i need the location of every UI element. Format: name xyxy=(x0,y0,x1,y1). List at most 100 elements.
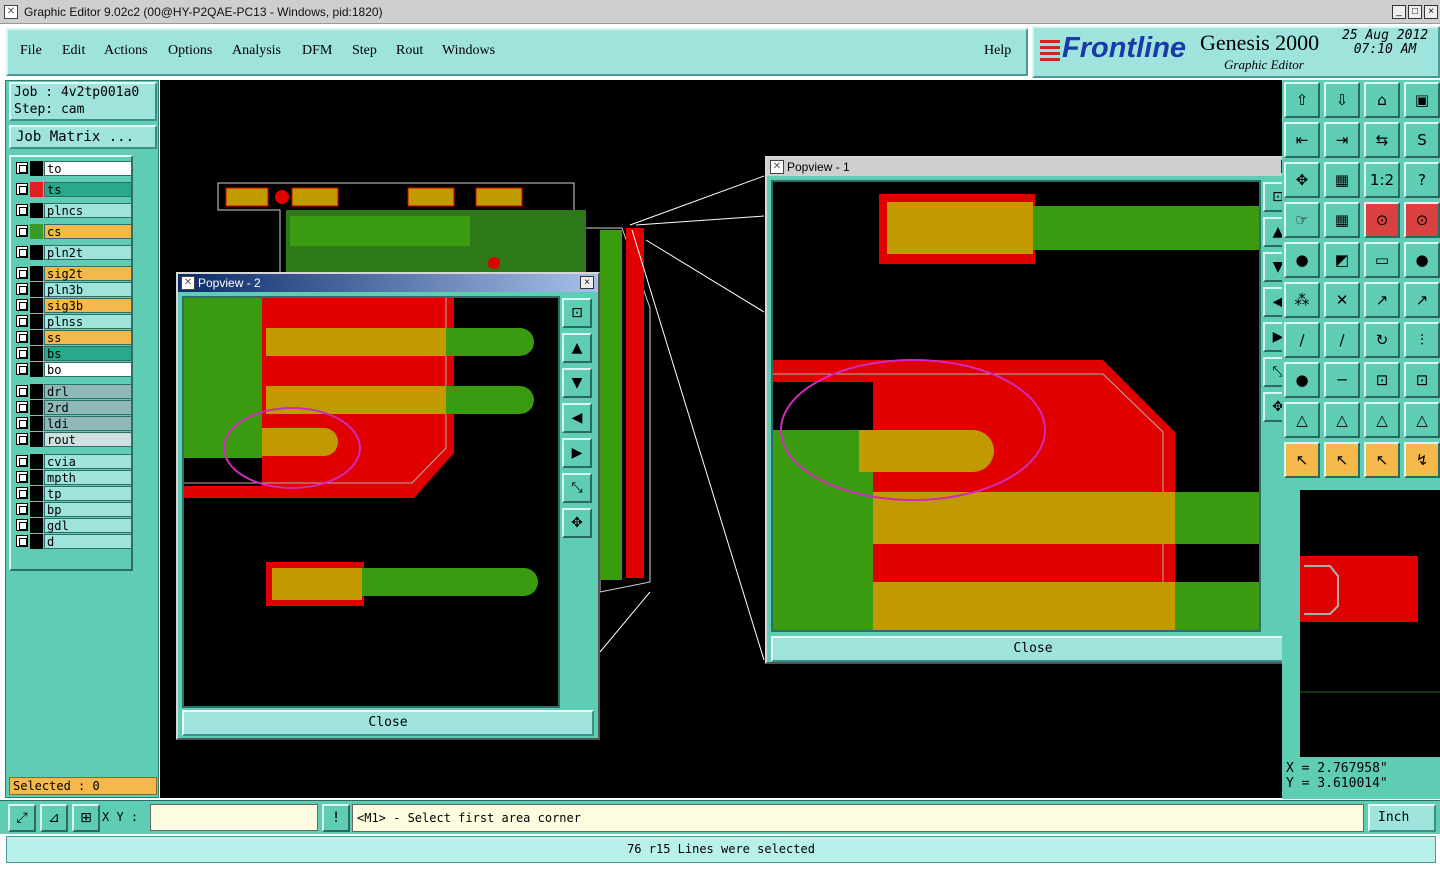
snap-red-icon[interactable]: ⊙ xyxy=(1404,202,1440,238)
tool-34-icon[interactable]: △ xyxy=(1364,402,1400,438)
fit-icon[interactable]: ▦ xyxy=(1324,162,1360,198)
tool-17-icon[interactable]: ◩ xyxy=(1324,242,1360,278)
layer-row-plnss[interactable]: plnss xyxy=(14,314,132,329)
tool-21-icon[interactable]: ✕ xyxy=(1324,282,1360,318)
layer-row-ts[interactable]: ts xyxy=(14,182,132,197)
layer-checkbox[interactable] xyxy=(16,225,28,237)
tool-35-icon[interactable]: △ xyxy=(1404,402,1440,438)
pan-up-icon[interactable]: ▲ xyxy=(562,333,592,363)
pan-right-icon[interactable]: ▶ xyxy=(562,438,592,468)
layer-checkbox[interactable] xyxy=(16,503,28,515)
ratio-icon[interactable]: 1:2 xyxy=(1364,162,1400,198)
menu-step[interactable]: Step xyxy=(352,43,377,59)
tool-22-icon[interactable]: ↗ xyxy=(1364,282,1400,318)
layer-name[interactable]: bo xyxy=(44,362,132,377)
layer-checkbox[interactable] xyxy=(16,519,28,531)
s-icon[interactable]: S xyxy=(1404,122,1440,158)
layer-name[interactable]: 2rd xyxy=(44,400,132,415)
layer-name[interactable]: ldi xyxy=(44,416,132,431)
layer-row-2rd[interactable]: 2rd xyxy=(14,400,132,415)
menu-edit[interactable]: Edit xyxy=(62,43,85,59)
layer-row-pln3b[interactable]: pln3b xyxy=(14,282,132,297)
popview-1-titlebar[interactable]: ✕ Popview - 1 × xyxy=(767,158,1299,176)
layer-name[interactable]: drl xyxy=(44,384,132,399)
tool-30-icon[interactable]: ⊡ xyxy=(1364,362,1400,398)
popview-2-view[interactable] xyxy=(182,296,560,708)
tool-33-icon[interactable]: △ xyxy=(1324,402,1360,438)
layer-row-pln2t[interactable]: pln2t xyxy=(14,245,132,260)
xy-input[interactable] xyxy=(150,804,318,831)
layer-down-icon[interactable]: ⇩ xyxy=(1324,82,1360,118)
maximize-button[interactable]: □ xyxy=(1408,5,1422,19)
layer-name[interactable]: ts xyxy=(44,182,132,197)
help-icon[interactable]: ? xyxy=(1404,162,1440,198)
measure-icon[interactable]: ⤢ xyxy=(8,804,36,832)
tool-38-icon[interactable]: ↖ xyxy=(1364,442,1400,478)
layer-row-sig3b[interactable]: sig3b xyxy=(14,298,132,313)
tool-18-icon[interactable]: ▭ xyxy=(1364,242,1400,278)
menu-analysis[interactable]: Analysis xyxy=(232,43,281,59)
zoom-home-icon[interactable]: ⊡ xyxy=(562,298,592,328)
layer-checkbox[interactable] xyxy=(16,535,28,547)
layer-row-rout[interactable]: rout xyxy=(14,432,132,447)
layer-row-to[interactable]: to xyxy=(14,161,132,176)
tool-24-icon[interactable]: / xyxy=(1284,322,1320,358)
prev-icon[interactable]: ⇤ xyxy=(1284,122,1320,158)
layer-name[interactable]: ss xyxy=(44,330,132,345)
layer-checkbox[interactable] xyxy=(16,246,28,258)
layer-checkbox[interactable] xyxy=(16,183,28,195)
layer-checkbox[interactable] xyxy=(16,267,28,279)
tool-32-icon[interactable]: △ xyxy=(1284,402,1320,438)
menu-options[interactable]: Options xyxy=(168,43,212,59)
layer-name[interactable]: mpth xyxy=(44,470,132,485)
popview-1-close-button[interactable]: Close xyxy=(771,636,1295,662)
job-matrix-button[interactable]: Job Matrix ... xyxy=(9,125,157,149)
tool-28-icon[interactable]: ● xyxy=(1284,362,1320,398)
popview-2-close-button[interactable]: Close xyxy=(182,710,594,736)
popview-2-close-x[interactable]: × xyxy=(580,276,594,289)
layer-name[interactable]: rout xyxy=(44,432,132,447)
tool-25-icon[interactable]: / xyxy=(1324,322,1360,358)
layer-checkbox[interactable] xyxy=(16,363,28,375)
layer-row-bo[interactable]: bo xyxy=(14,362,132,377)
layer-checkbox[interactable] xyxy=(16,299,28,311)
layer-row-bs[interactable]: bs xyxy=(14,346,132,361)
layer-name[interactable]: tp xyxy=(44,486,132,501)
popview-1-view[interactable] xyxy=(771,180,1261,632)
popview-2-window[interactable]: ✕ Popview - 2 × ⊡ ▲ ▼ ◀ ▶ ⤡ ✥ Close xyxy=(176,272,600,740)
menu-file[interactable]: File xyxy=(20,43,42,59)
layer-checkbox[interactable] xyxy=(16,455,28,467)
layer-name[interactable]: gdl xyxy=(44,518,132,533)
layer-row-cs[interactable]: cs xyxy=(14,224,132,239)
layer-name[interactable]: bp xyxy=(44,502,132,517)
layer-checkbox[interactable] xyxy=(16,401,28,413)
menu-dfm[interactable]: DFM xyxy=(302,43,332,59)
layer-row-cvia[interactable]: cvia xyxy=(14,454,132,469)
layer-checkbox[interactable] xyxy=(16,471,28,483)
layer-checkbox[interactable] xyxy=(16,385,28,397)
layer-row-bp[interactable]: bp xyxy=(14,502,132,517)
tool-36-icon[interactable]: ↖ xyxy=(1284,442,1320,478)
hand-icon[interactable]: ☞ xyxy=(1284,202,1320,238)
tool-27-icon[interactable]: ⫶ xyxy=(1404,322,1440,358)
layer-up-icon[interactable]: ⇧ xyxy=(1284,82,1320,118)
tool-37-icon[interactable]: ↖ xyxy=(1324,442,1360,478)
layer-name[interactable]: plnss xyxy=(44,314,132,329)
tool-23-icon[interactable]: ↗ xyxy=(1404,282,1440,318)
pan-down-icon[interactable]: ▼ xyxy=(562,368,592,398)
alert-button[interactable]: ! xyxy=(322,804,350,832)
layer-checkbox[interactable] xyxy=(16,433,28,445)
layer-row-tp[interactable]: tp xyxy=(14,486,132,501)
zoom-in-icon[interactable]: ✥ xyxy=(562,508,592,538)
snap-icon[interactable]: ⊙ xyxy=(1364,202,1400,238)
layer-name[interactable]: sig3b xyxy=(44,298,132,313)
layer-checkbox[interactable] xyxy=(16,283,28,295)
tool-20-icon[interactable]: ⁂ xyxy=(1284,282,1320,318)
layer-name[interactable]: pln3b xyxy=(44,282,132,297)
menu-help[interactable]: Help xyxy=(984,43,1011,59)
layer-name[interactable]: sig2t xyxy=(44,266,132,281)
layer-row-drl[interactable]: drl xyxy=(14,384,132,399)
layer-checkbox[interactable] xyxy=(16,331,28,343)
window-icon[interactable]: ▣ xyxy=(1404,82,1440,118)
tool-19-icon[interactable]: ● xyxy=(1404,242,1440,278)
